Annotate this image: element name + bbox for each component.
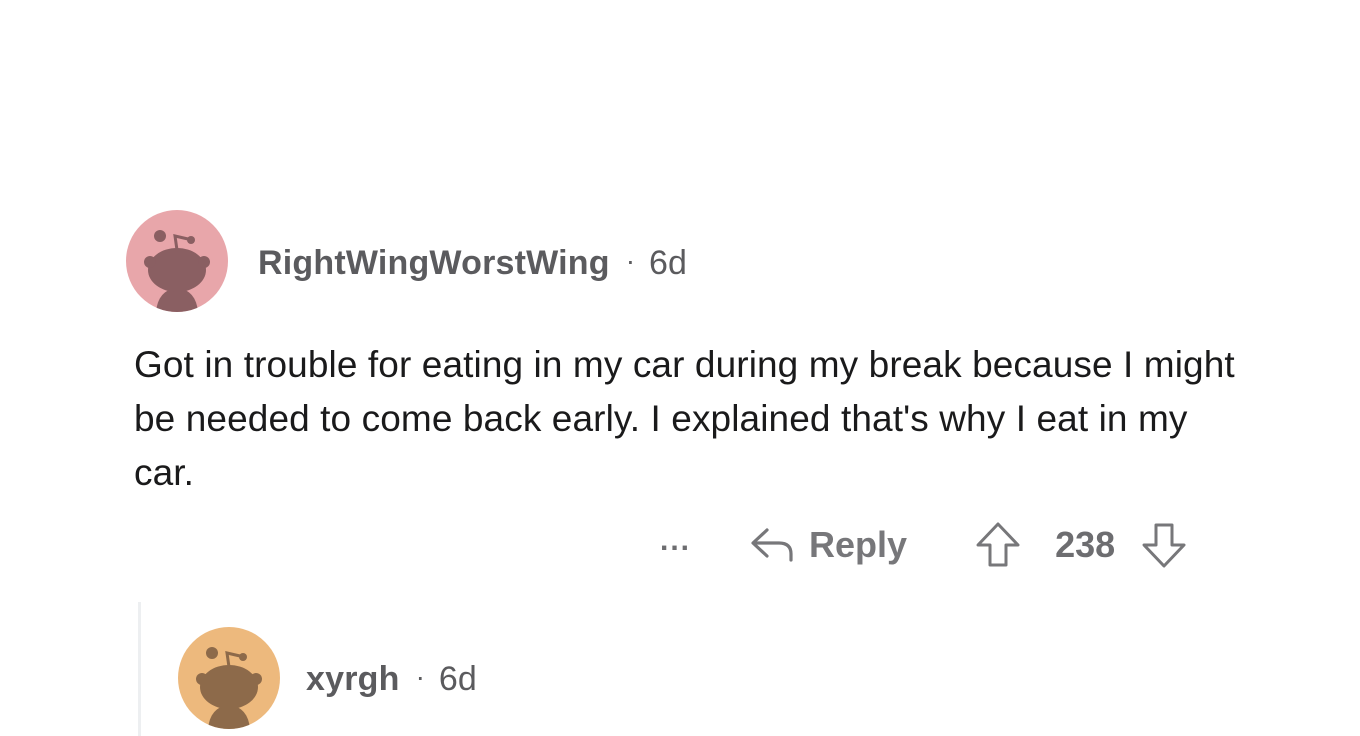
- reply-comment-age: 6d: [438, 659, 477, 698]
- meta-separator: ·: [415, 661, 425, 692]
- reply-label: Reply: [809, 524, 908, 565]
- more-options-button[interactable]: ...: [660, 524, 691, 558]
- comment-age: 6d: [649, 243, 687, 282]
- comment-actions: ... Reply 238: [660, 520, 1187, 570]
- author-avatar[interactable]: [126, 210, 228, 312]
- reply-comment-meta: xyrgh · 6d: [306, 657, 477, 701]
- reply-button[interactable]: Reply: [749, 524, 907, 566]
- thread-line[interactable]: [138, 602, 141, 736]
- downvote-button[interactable]: [1141, 521, 1187, 569]
- upvote-button[interactable]: [975, 521, 1021, 569]
- vote-score: 238: [1055, 524, 1116, 565]
- snoo-avatar-icon: [126, 210, 228, 312]
- author-username[interactable]: RightWingWorstWing: [258, 244, 610, 283]
- comment-thread: RightWingWorstWing · 6d Got in trouble f…: [0, 0, 1360, 736]
- vote-controls: 238: [975, 521, 1187, 569]
- reply-icon: [751, 528, 793, 562]
- downvote-arrow-icon: [1142, 523, 1186, 568]
- upvote-arrow-icon: [976, 522, 1020, 567]
- comment-body: Got in trouble for eating in my car duri…: [134, 344, 1235, 493]
- meta-separator: ·: [625, 245, 636, 276]
- snoo-avatar-icon: [178, 627, 280, 729]
- comment-meta: RightWingWorstWing · 6d: [258, 241, 687, 285]
- reply-author-avatar[interactable]: [178, 627, 280, 729]
- reply-author-username[interactable]: xyrgh: [306, 660, 400, 699]
